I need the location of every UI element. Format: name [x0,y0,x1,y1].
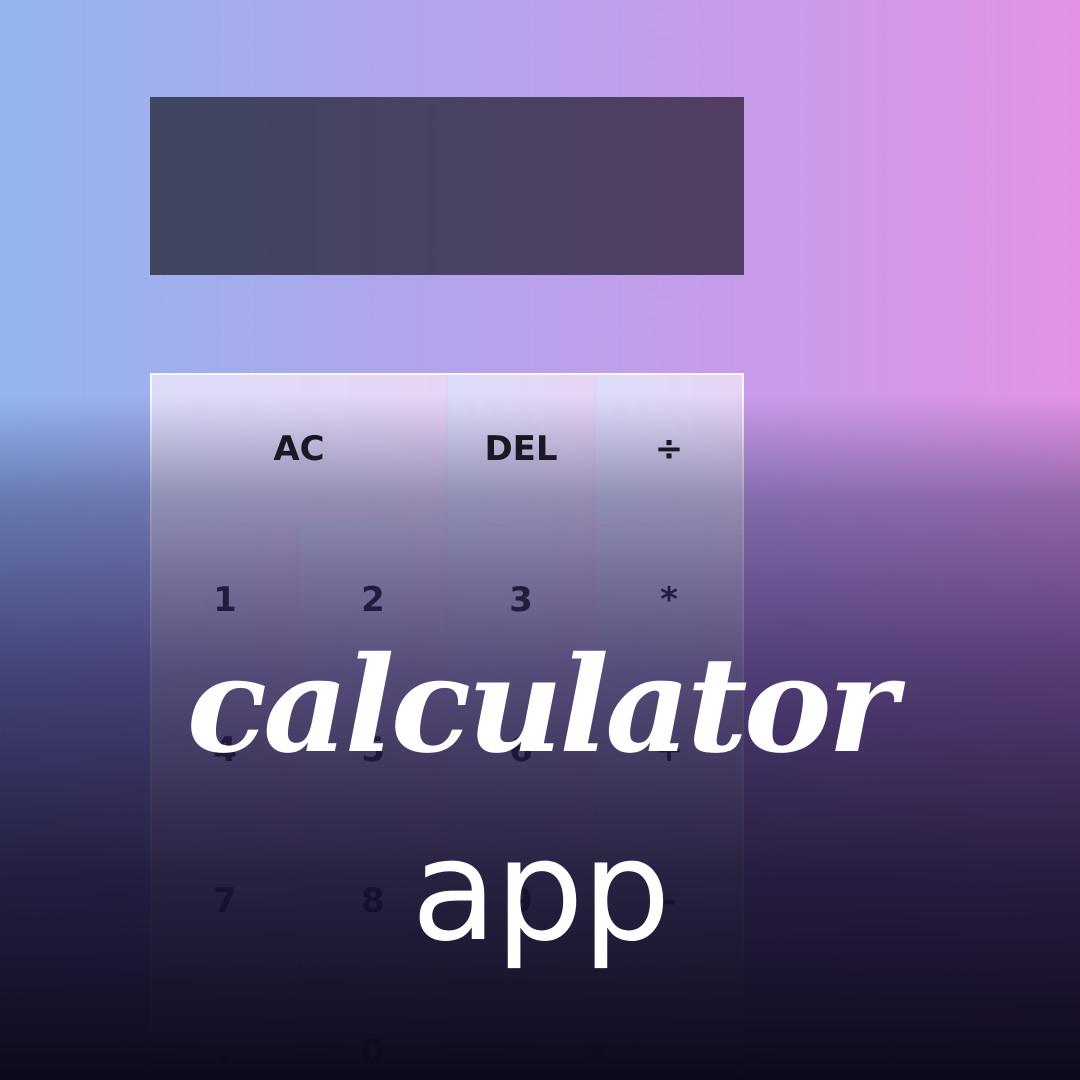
calculator-display [150,97,744,275]
equals-button[interactable]: = [448,977,742,1080]
digit-0-button[interactable]: 0 [300,977,446,1080]
divide-button[interactable]: ÷ [596,375,742,524]
decimal-button[interactable]: . [152,977,298,1080]
delete-button[interactable]: DEL [448,375,594,524]
headline-app: app [411,810,671,973]
ac-button[interactable]: AC [152,375,446,524]
headline-calculator: calculator [186,628,898,783]
